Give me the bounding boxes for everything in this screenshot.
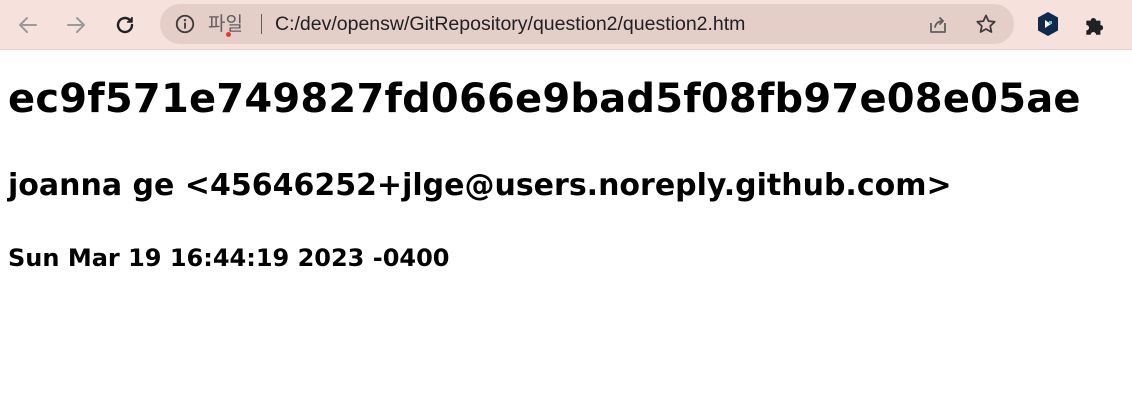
forward-button[interactable] <box>60 9 92 41</box>
back-button[interactable] <box>12 9 44 41</box>
address-bar[interactable]: 파일 C:/dev/opensw/GitRepository/question2… <box>160 4 1014 44</box>
scheme-indicator-dot <box>226 32 231 37</box>
reload-icon <box>116 16 134 34</box>
extension-icon[interactable] <box>1034 10 1062 38</box>
page-content: ec9f571e749827fd066e9bad5f08fb97e08e05ae… <box>0 51 1132 412</box>
date-heading: Sun Mar 19 16:44:19 2023 -0400 <box>8 244 450 272</box>
share-icon[interactable] <box>926 13 950 37</box>
arrow-right-icon <box>67 17 85 33</box>
commit-hash-heading: ec9f571e749827fd066e9bad5f08fb97e08e05ae <box>8 76 1081 122</box>
reload-button[interactable] <box>109 9 141 41</box>
url-text[interactable]: C:/dev/opensw/GitRepository/question2/qu… <box>275 13 745 35</box>
star-icon[interactable] <box>974 12 998 36</box>
browser-toolbar: 파일 C:/dev/opensw/GitRepository/question2… <box>0 0 1132 50</box>
arrow-left-icon <box>19 17 37 33</box>
address-divider <box>261 14 262 34</box>
info-icon[interactable] <box>174 13 196 35</box>
author-heading: joanna ge <45646252+jlge@users.noreply.g… <box>8 168 952 203</box>
puzzle-icon[interactable] <box>1082 12 1108 38</box>
